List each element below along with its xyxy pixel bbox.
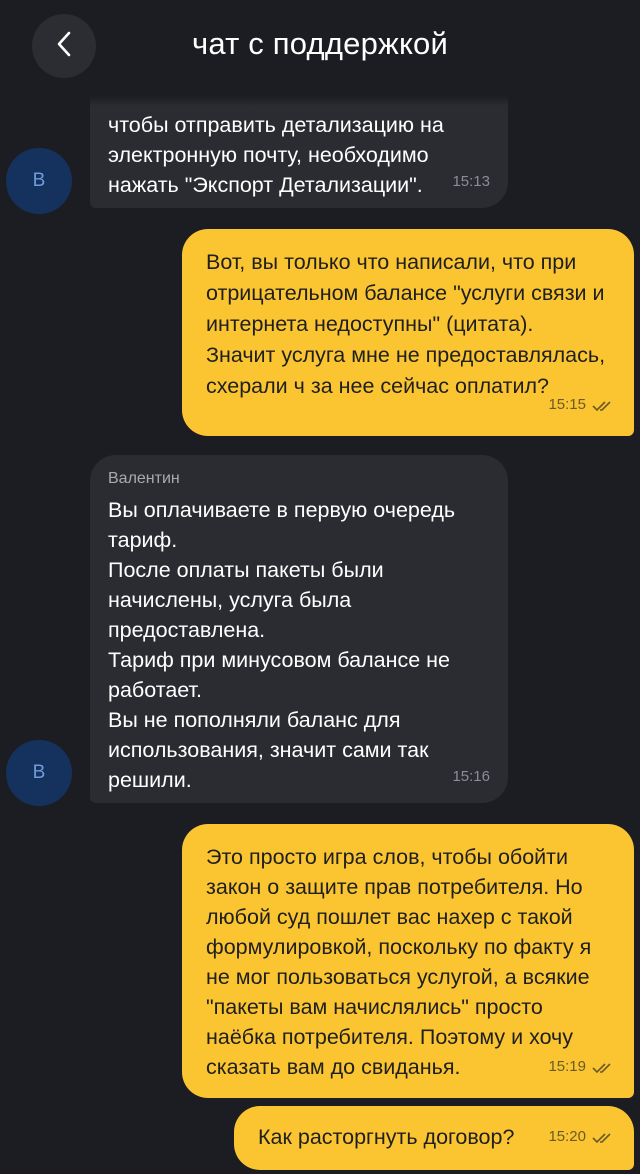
message-outgoing[interactable]: Это просто игра слов, чтобы обойти закон… [182,824,634,1098]
message-time: 15:19 [548,1058,586,1075]
page-title: чат с поддержкой [191,26,449,61]
message-text: Вы оплачиваете в первую очередь тариф. П… [108,498,456,792]
message-outgoing[interactable]: Вот, вы только что написали, что при отр… [182,229,634,436]
double-check-icon [592,1122,614,1152]
message-incoming[interactable]: Валентин Вы оплачиваете в первую очередь… [90,455,508,803]
double-check-icon [592,390,614,420]
sender-name: Валентин [108,470,180,487]
chat-header: чат с поддержкой [0,0,640,96]
double-check-icon [592,1052,614,1082]
chat-screen: чтобы отправить детализацию на электронн… [0,0,640,1174]
avatar-initial: В [32,170,46,191]
message-time: 15:15 [548,396,586,413]
avatar-initial: В [32,762,46,783]
avatar[interactable]: В [6,740,72,806]
avatar[interactable]: В [6,148,72,214]
message-outgoing[interactable]: Как расторгнуть договор? 15:20 [234,1106,634,1170]
message-text: Это просто игра слов, чтобы обойти закон… [206,845,592,1079]
message-text: чтобы отправить детализацию на электронн… [108,113,444,197]
message-text: Вот, вы только что написали, что при отр… [206,250,606,398]
message-time: 15:20 [548,1128,586,1145]
scroll-fade [90,96,508,106]
message-time: 15:13 [452,173,490,190]
message-time: 15:16 [452,768,490,785]
